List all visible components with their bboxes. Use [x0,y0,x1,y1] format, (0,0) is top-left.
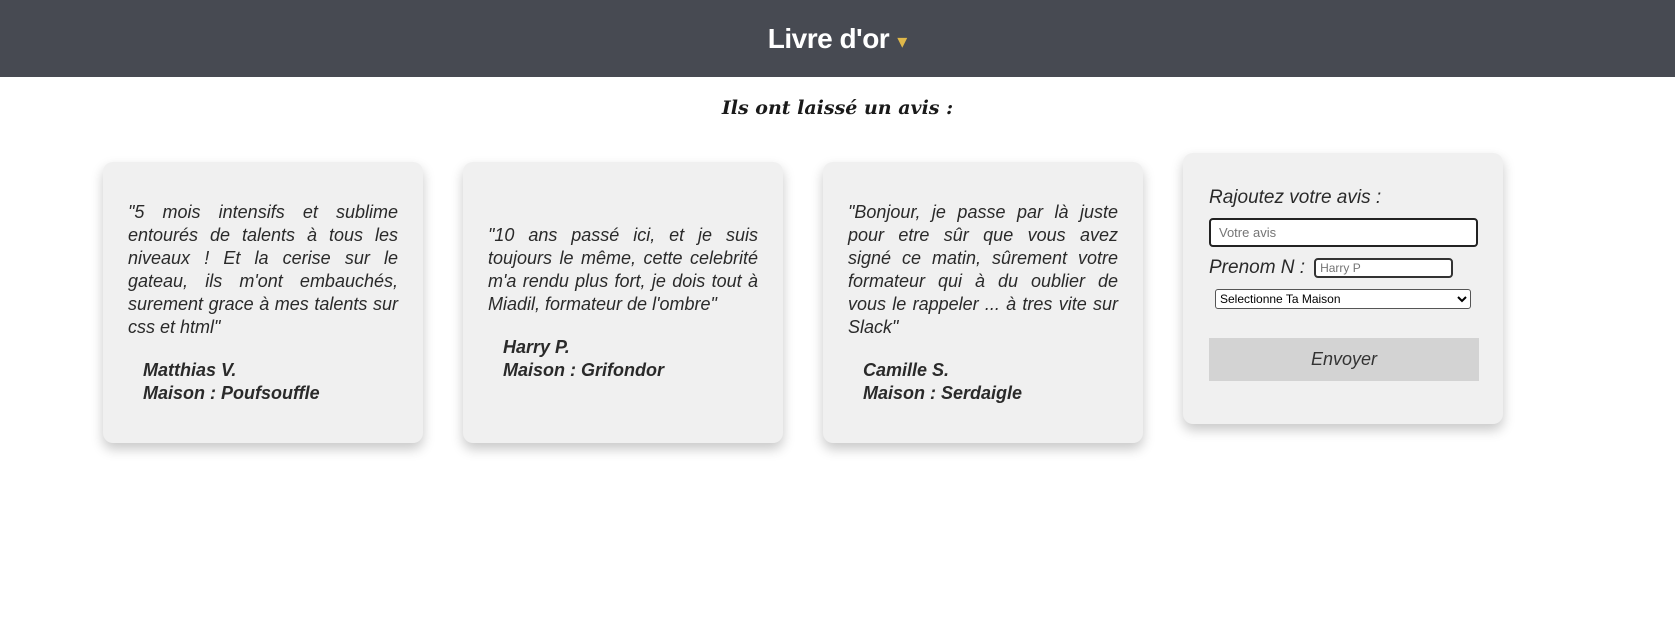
author-house: Maison : Grifondor [503,359,664,380]
review-input[interactable] [1209,218,1478,247]
form-title: Rajoutez votre avis : [1209,187,1382,208]
review-quote: "10 ans passé ici, et je suis toujours l… [488,224,758,314]
review-quote: "5 mois intensifs et sublime entourés de… [128,201,398,337]
review-author: Matthias V. Maison : Poufsouffle [128,359,398,405]
house-select[interactable]: Selectionne Ta Maison [1215,289,1471,309]
author-name: Matthias V. [143,359,237,380]
author-house: Maison : Poufsouffle [143,382,320,403]
name-input[interactable] [1314,258,1454,278]
review-author: Harry P. Maison : Grifondor [488,336,758,382]
reviews-subtitle: Ils ont laissé un avis : [721,97,954,119]
submit-button[interactable]: Envoyer [1209,338,1479,381]
review-author: Camille S. Maison : Serdaigle [848,359,1118,405]
review-card: "5 mois intensifs et sublime entourés de… [103,162,423,443]
review-quote: "Bonjour, je passe par là juste pour etr… [848,201,1118,337]
author-name: Harry P. [503,336,570,357]
caret-down-icon[interactable]: ▾ [897,29,907,54]
name-row: Prenom N : [1209,257,1478,279]
cards-row: "5 mois intensifs et sublime entourés de… [103,153,1543,443]
top-header: Livre d'or ▾ [0,0,1675,77]
review-card: "Bonjour, je passe par là juste pour etr… [823,162,1143,443]
author-house: Maison : Serdaigle [863,382,1023,403]
review-card: "10 ans passé ici, et je suis toujours l… [463,162,783,443]
add-review-form: Rajoutez votre avis : Prenom N : Selecti… [1183,153,1503,424]
site-title[interactable]: Livre d'or [768,23,890,55]
author-name: Camille S. [863,359,950,380]
name-label: Prenom N : [1209,257,1306,278]
